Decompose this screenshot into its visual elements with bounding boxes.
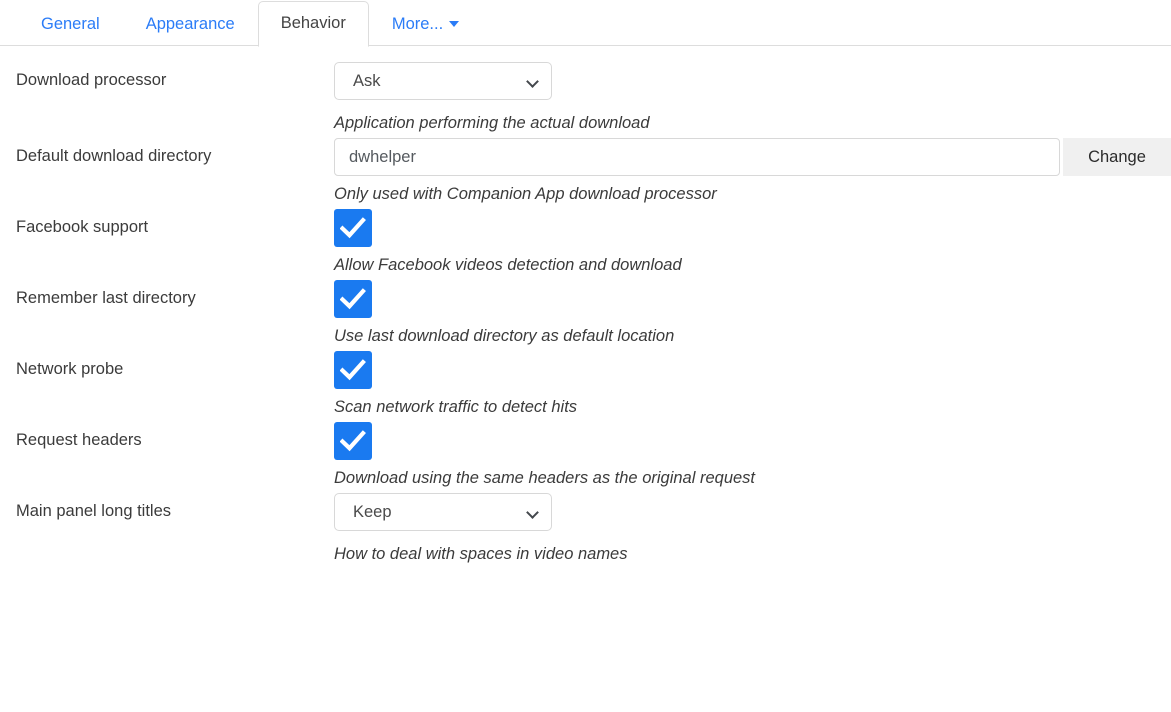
tab-behavior[interactable]: Behavior <box>258 1 369 47</box>
row-label-main-panel-long-titles: Main panel long titles <box>0 489 334 522</box>
row-hint-network-probe: Scan network traffic to detect hits <box>334 396 1171 418</box>
row-label-facebook-support: Facebook support <box>0 205 334 238</box>
row-label-remember-last-directory: Remember last directory <box>0 276 334 309</box>
tab-list: General Appearance Behavior More... <box>18 0 482 46</box>
row-label-default-download-directory: Default download directory <box>0 134 334 167</box>
row-hint-facebook-support: Allow Facebook videos detection and down… <box>334 254 1171 276</box>
row-label-request-headers: Request headers <box>0 418 334 451</box>
tab-label: Behavior <box>281 14 346 32</box>
settings-row-request-headers: Request headersDownload using the same h… <box>0 418 1171 489</box>
row-field-main-panel-long-titles: Keep How to deal with spaces in video nam… <box>334 489 1171 565</box>
settings-row-default-download-directory: Default download directory Change Only use… <box>0 134 1171 205</box>
row-field-network-probe: Scan network traffic to detect hits <box>334 347 1171 418</box>
select-download-processor[interactable]: Ask <box>334 62 552 100</box>
row-hint-request-headers: Download using the same headers as the o… <box>334 467 1171 489</box>
select-main-panel-long-titles[interactable]: Keep <box>334 493 552 531</box>
row-field-facebook-support: Allow Facebook videos detection and down… <box>334 205 1171 276</box>
tab-general[interactable]: General <box>18 2 123 46</box>
tab-label: More... <box>392 15 443 33</box>
row-field-request-headers: Download using the same headers as the o… <box>334 418 1171 489</box>
tab-bar: General Appearance Behavior More... <box>0 0 1171 46</box>
settings-row-facebook-support: Facebook supportAllow Facebook videos de… <box>0 205 1171 276</box>
tab-more[interactable]: More... <box>369 2 482 46</box>
input-group-default-download-directory: Change <box>334 138 1171 176</box>
row-hint-download-processor: Application performing the actual downlo… <box>334 112 1171 134</box>
tab-label: General <box>41 15 100 33</box>
settings-row-download-processor: Download processorAsk Application perform… <box>0 58 1171 134</box>
checkbox-facebook-support[interactable] <box>334 209 372 247</box>
row-hint-main-panel-long-titles: How to deal with spaces in video names <box>334 543 1171 565</box>
row-label-network-probe: Network probe <box>0 347 334 380</box>
tab-appearance[interactable]: Appearance <box>123 2 258 46</box>
select-wrapper-download-processor: Ask <box>334 62 552 100</box>
checkbox-remember-last-directory[interactable] <box>334 280 372 318</box>
chevron-down-icon <box>449 21 459 27</box>
row-label-download-processor: Download processor <box>0 58 334 91</box>
settings-form: Download processorAsk Application perform… <box>0 46 1171 565</box>
input-default-download-directory[interactable] <box>334 138 1060 176</box>
row-field-download-processor: Ask Application performing the actual dow… <box>334 58 1171 134</box>
settings-row-network-probe: Network probeScan network traffic to det… <box>0 347 1171 418</box>
checkbox-network-probe[interactable] <box>334 351 372 389</box>
checkbox-request-headers[interactable] <box>334 422 372 460</box>
row-field-default-download-directory: Change Only used with Companion App downl… <box>334 134 1171 205</box>
row-field-remember-last-directory: Use last download directory as default l… <box>334 276 1171 347</box>
row-hint-default-download-directory: Only used with Companion App download pr… <box>334 183 1171 205</box>
settings-row-remember-last-directory: Remember last directoryUse last download… <box>0 276 1171 347</box>
select-wrapper-main-panel-long-titles: Keep <box>334 493 552 531</box>
row-hint-remember-last-directory: Use last download directory as default l… <box>334 325 1171 347</box>
settings-row-main-panel-long-titles: Main panel long titlesKeep How to deal wi… <box>0 489 1171 565</box>
tab-label: Appearance <box>146 15 235 33</box>
change-button[interactable]: Change <box>1063 138 1171 176</box>
